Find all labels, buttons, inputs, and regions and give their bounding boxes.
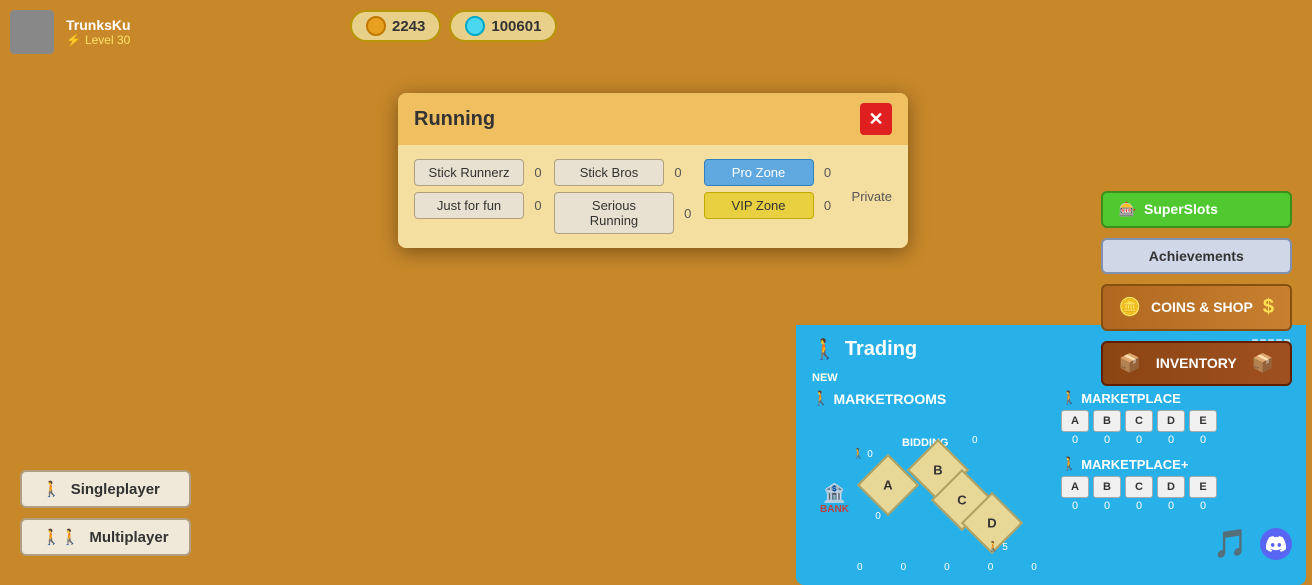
coins-shop-coin-icon: 🪙 bbox=[1119, 297, 1141, 318]
serious-running-button[interactable]: Serious Running bbox=[554, 192, 674, 234]
coin-icon bbox=[366, 16, 386, 36]
vip-zone-button[interactable]: VIP Zone bbox=[704, 192, 814, 219]
inventory-icon-left: 📦 bbox=[1119, 353, 1141, 374]
sidebar-right: 🎰 SuperSlots Achievements 🪙 COINS & SHOP… bbox=[1101, 0, 1292, 576]
username: TrunksKu bbox=[66, 17, 131, 33]
currency-bar: 2243 100601 bbox=[350, 10, 557, 42]
running-col-2: Stick Bros 0 Serious Running 0 bbox=[554, 159, 696, 234]
stick-runnerz-button[interactable]: Stick Runnerz bbox=[414, 159, 524, 186]
gems-pill: 100601 bbox=[449, 10, 557, 42]
just-for-fun-button[interactable]: Just for fun bbox=[414, 192, 524, 219]
running-col-3: Pro Zone 0 VIP Zone 0 bbox=[704, 159, 836, 219]
discord-icon[interactable] bbox=[1260, 528, 1292, 560]
running-col-1: Stick Runnerz 0 Just for fun 0 bbox=[414, 159, 546, 219]
modal-container: Running ✕ Stick Runnerz 0 Just for fun 0 bbox=[398, 93, 908, 248]
super-slots-icon: 🎰 bbox=[1119, 201, 1136, 218]
multiplayer-button[interactable]: 🚶🚶 Multiplayer bbox=[20, 518, 191, 556]
coins-value: 2243 bbox=[392, 18, 425, 35]
just-for-fun-count: 0 bbox=[530, 198, 546, 213]
top-bar: TrunksKu ⚡ Level 30 bbox=[10, 10, 131, 54]
modal-header: Running ✕ bbox=[398, 93, 908, 145]
vip-zone-count: 0 bbox=[820, 198, 836, 213]
pro-zone-button[interactable]: Pro Zone bbox=[704, 159, 814, 186]
inventory-icon-right: 📦 bbox=[1252, 353, 1274, 374]
vip-zone-row: VIP Zone 0 bbox=[704, 192, 836, 219]
running-modal: Running ✕ Stick Runnerz 0 Just for fun 0 bbox=[398, 93, 908, 248]
coins-shop-button[interactable]: 🪙 COINS & SHOP $ bbox=[1101, 284, 1292, 331]
running-options: Stick Runnerz 0 Just for fun 0 Stick Bro… bbox=[414, 159, 892, 234]
dollar-sign: $ bbox=[1263, 296, 1274, 319]
stick-bros-button[interactable]: Stick Bros bbox=[554, 159, 664, 186]
stick-bros-count: 0 bbox=[670, 165, 686, 180]
modal-title: Running bbox=[414, 108, 495, 131]
avatar bbox=[10, 10, 54, 54]
modal-body: Stick Runnerz 0 Just for fun 0 Stick Bro… bbox=[398, 145, 908, 248]
modal-close-button[interactable]: ✕ bbox=[860, 103, 892, 135]
stick-bros-row: Stick Bros 0 bbox=[554, 159, 696, 186]
serious-running-row: Serious Running 0 bbox=[554, 192, 696, 234]
user-level: ⚡ Level 30 bbox=[66, 33, 131, 47]
serious-running-count: 0 bbox=[680, 206, 696, 221]
music-icon[interactable]: 🎵 bbox=[1213, 527, 1248, 560]
singleplayer-icon: 🚶 bbox=[42, 480, 61, 498]
pro-zone-row: Pro Zone 0 bbox=[704, 159, 836, 186]
super-slots-button[interactable]: 🎰 SuperSlots bbox=[1101, 191, 1292, 228]
pro-zone-count: 0 bbox=[820, 165, 836, 180]
achievements-button[interactable]: Achievements bbox=[1101, 238, 1292, 274]
bottom-icons: 🎵 bbox=[1213, 527, 1292, 560]
inventory-button[interactable]: 📦 INVENTORY 📦 bbox=[1101, 341, 1292, 386]
just-for-fun-row: Just for fun 0 bbox=[414, 192, 546, 219]
singleplayer-button[interactable]: 🚶 Singleplayer bbox=[20, 470, 191, 508]
multiplayer-icon: 🚶🚶 bbox=[42, 528, 79, 546]
user-info: TrunksKu ⚡ Level 30 bbox=[66, 17, 131, 47]
coins-pill: 2243 bbox=[350, 10, 441, 42]
private-label: Private bbox=[852, 189, 892, 204]
stick-runnerz-row: Stick Runnerz 0 bbox=[414, 159, 546, 186]
gems-value: 100601 bbox=[491, 18, 541, 35]
gem-icon bbox=[465, 16, 485, 36]
level-icon: ⚡ bbox=[66, 33, 81, 47]
stick-runnerz-count: 0 bbox=[530, 165, 546, 180]
sidebar-left: 🚶 Singleplayer 🚶🚶 Multiplayer bbox=[20, 470, 191, 556]
